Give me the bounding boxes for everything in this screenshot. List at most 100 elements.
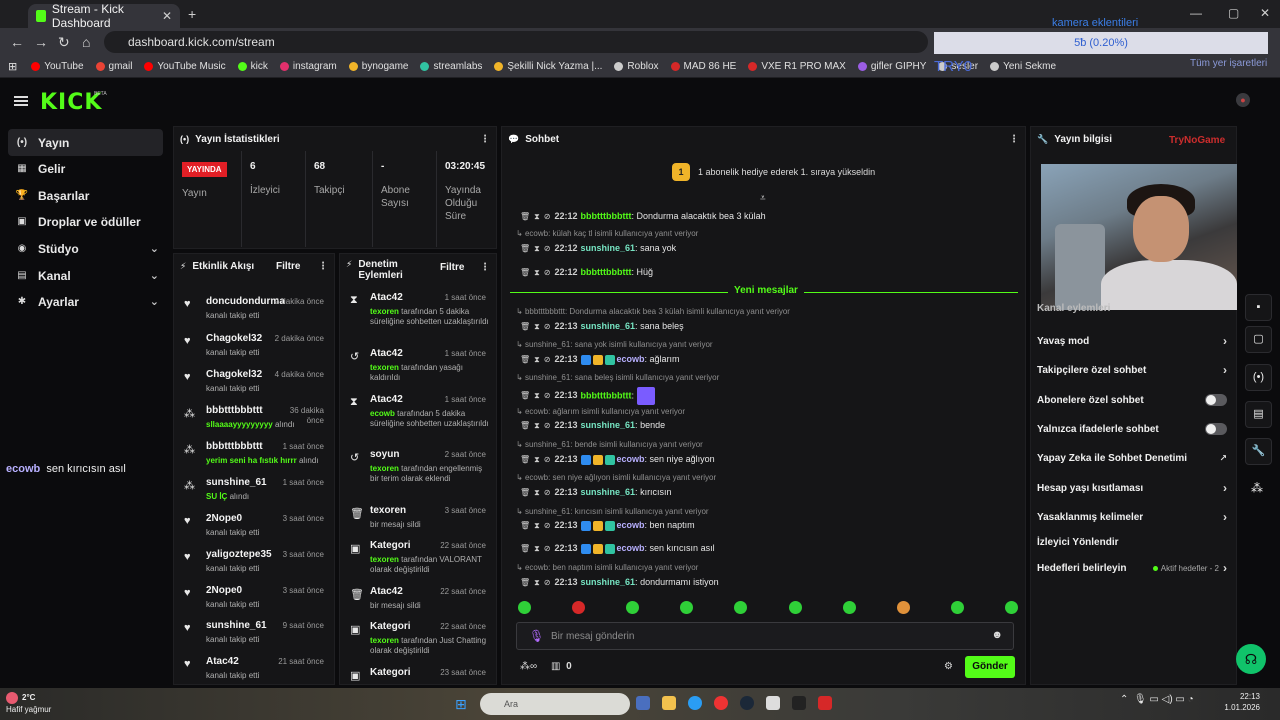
- chat-message[interactable]: 🗑 ⧗ ⊘ 22:13 sunshine_61: sana beleş: [520, 321, 684, 332]
- bookmark-item[interactable]: YouTube Music: [144, 61, 226, 72]
- browser-tab[interactable]: Stream - Kick Dashboard ✕: [28, 2, 180, 30]
- sidebar-item-st-dyo[interactable]: ◉ Stüdyo ⌄: [8, 235, 163, 262]
- list-item[interactable]: ♥ sunshine_61 9 saat önce kanalı takip etti: [174, 618, 334, 650]
- ban-icon[interactable]: ⊘: [544, 455, 551, 464]
- ban-icon[interactable]: ⊘: [544, 355, 551, 364]
- chat-message[interactable]: 🗑 ⧗ ⊘ 22:12 bbbtttbbbttt: Dondurma alacaktık…: [520, 211, 766, 222]
- list-item[interactable]: ↺ soyun 2 saat önce texoren tarafından enge…: [340, 447, 496, 487]
- bookmark-item[interactable]: Şekilli Nick Yazma |...: [494, 61, 602, 72]
- setting-abonelere-zel-sohbet[interactable]: Abonelere özel sohbet: [1037, 391, 1227, 409]
- setting-yaln-zca-ifadelerle-sohbet[interactable]: Yalnızca ifadelerle sohbet: [1037, 420, 1227, 438]
- emote-icon[interactable]: [518, 601, 531, 614]
- rail-button[interactable]: ▪: [1245, 294, 1272, 321]
- taskview-icon[interactable]: [636, 696, 650, 710]
- menu-icon[interactable]: [14, 96, 28, 106]
- chat-message[interactable]: 🗑 ⧗ ⊘ 22:13 ecowb: ağlarım: [520, 354, 680, 365]
- home-icon[interactable]: ⌂: [82, 34, 90, 50]
- more-options-icon[interactable]: ⋮: [480, 134, 490, 145]
- new-tab-icon[interactable]: +: [188, 6, 196, 22]
- emote-icon[interactable]: [734, 601, 748, 614]
- system-tray[interactable]: ⌃ 🎙 ▭ ◁) ▭ ◔: [1120, 694, 1194, 705]
- chat-message[interactable]: 🗑 ⧗ ⊘ 22:13 sunshine_61: bende: [520, 420, 665, 431]
- list-item[interactable]: ♥ doncudondurma 2 dakika önce kanalı takip …: [174, 294, 334, 326]
- message-username[interactable]: bbbtttbbbttt: [581, 211, 632, 221]
- maximize-icon[interactable]: ▢: [1228, 6, 1239, 20]
- timeout-icon[interactable]: ⧗: [534, 488, 540, 497]
- list-item[interactable]: ♥ Chagokel32 4 dakika önce kanalı takip ett…: [174, 367, 334, 399]
- filter-button[interactable]: Filtre: [440, 262, 464, 273]
- wrench-icon[interactable]: 🔧: [1245, 438, 1272, 465]
- delete-icon[interactable]: 🗑: [520, 391, 530, 400]
- toggle-switch[interactable]: [1205, 423, 1227, 435]
- emote-icon[interactable]: [1004, 601, 1018, 614]
- delete-icon[interactable]: 🗑: [520, 521, 530, 530]
- timeout-icon[interactable]: ⧗: [534, 391, 540, 400]
- emote-icon[interactable]: [572, 601, 586, 614]
- list-item[interactable]: ⁂ bbbtttbbbttt 1 saat önce yerim seni ha fı…: [174, 439, 334, 471]
- message-username[interactable]: bbbtttbbbttt: [581, 267, 632, 277]
- gear-icon[interactable]: ⚙: [944, 661, 953, 672]
- timeout-icon[interactable]: ⧗: [534, 421, 540, 430]
- chat-input[interactable]: 🎙 Bir mesaj gönderin ☻: [516, 622, 1014, 650]
- message-username[interactable]: ecowb: [617, 543, 645, 553]
- delete-icon[interactable]: 🗑: [520, 355, 530, 364]
- bookmark-item[interactable]: instagram: [279, 61, 337, 72]
- delete-icon[interactable]: 🗑: [520, 421, 530, 430]
- sidebar-item-ba-ar-lar[interactable]: 🏆 Başarılar: [8, 182, 163, 209]
- bookmark-item[interactable]: Roblox: [614, 61, 659, 72]
- send-button[interactable]: Gönder: [965, 656, 1015, 678]
- chat-message[interactable]: 🗑 ⧗ ⊘ 22:13 sunshine_61: dondurmamı istiyon: [520, 577, 719, 588]
- bookmark-item[interactable]: bynogame: [348, 61, 408, 72]
- list-item[interactable]: ♥ yaligoztepe35 3 saat önce kanalı takip et…: [174, 547, 334, 579]
- bookmark-item[interactable]: MAD 86 HE: [670, 61, 736, 72]
- timeout-icon[interactable]: ⧗: [534, 355, 540, 364]
- delete-icon[interactable]: 🗑: [520, 544, 530, 553]
- emote-icon[interactable]: [842, 601, 856, 614]
- store-icon[interactable]: [766, 696, 780, 710]
- delete-icon[interactable]: 🗑: [520, 268, 530, 277]
- delete-icon[interactable]: 🗑: [520, 455, 530, 464]
- list-item[interactable]: 🗑 texoren 3 saat önce bir mesajı sildi: [340, 503, 496, 543]
- ban-icon[interactable]: ⊘: [544, 391, 551, 400]
- setting-yava-mod[interactable]: Yavaş mod ›: [1037, 332, 1227, 350]
- clock[interactable]: 22:13 1.01.2026: [1212, 691, 1260, 713]
- close-window-icon[interactable]: ✕: [1260, 6, 1270, 20]
- taskbar-search[interactable]: Ara: [480, 693, 630, 715]
- bookmark-item[interactable]: streamlabs: [420, 61, 482, 72]
- setting-takip-ilere-zel-sohbet[interactable]: Takipçilere özel sohbet ›: [1037, 361, 1227, 379]
- weather-widget[interactable]: 2°C Hafif yağmur: [6, 692, 51, 715]
- message-username[interactable]: sunshine_61: [581, 487, 636, 497]
- sidebar-item-yay-n[interactable]: (•) Yayın: [8, 129, 163, 156]
- ban-icon[interactable]: ⊘: [544, 578, 551, 587]
- setting-i-zleyici-y-nlendir[interactable]: İzleyici Yönlendir: [1037, 533, 1227, 551]
- ban-icon[interactable]: ⊘: [544, 268, 551, 277]
- bookmark-item[interactable]: gmail: [95, 61, 132, 72]
- ban-icon[interactable]: ⊘: [544, 322, 551, 331]
- timeout-icon[interactable]: ⧗: [534, 244, 540, 253]
- ban-icon[interactable]: ⊘: [544, 212, 551, 221]
- reload-icon[interactable]: ↻: [58, 34, 70, 51]
- sidebar-item-ayarlar[interactable]: ✱ Ayarlar ⌄: [8, 288, 163, 315]
- steam-icon[interactable]: [740, 696, 754, 710]
- ban-icon[interactable]: ⊘: [544, 421, 551, 430]
- edge-icon[interactable]: [688, 696, 702, 710]
- emote-icon[interactable]: [950, 601, 964, 614]
- timeout-icon[interactable]: ⧗: [534, 322, 540, 331]
- timeout-icon[interactable]: ⧗: [534, 212, 540, 221]
- back-icon[interactable]: ←: [10, 34, 24, 50]
- list-item[interactable]: ↺ Atac42 1 saat önce texoren tarafından yas…: [340, 346, 496, 386]
- avatar[interactable]: ●: [1236, 93, 1250, 107]
- url-input[interactable]: dashboard.kick.com/stream: [104, 31, 928, 53]
- emote-icon[interactable]: [896, 601, 910, 614]
- infinity-points-icon[interactable]: ⁂∞: [520, 661, 537, 672]
- chat-message[interactable]: 🗑 ⧗ ⊘ 22:13 ecowb: sen kırıcısın asıl: [520, 543, 715, 554]
- toggle-switch[interactable]: [1205, 394, 1227, 406]
- broadcast-icon[interactable]: (•): [1245, 364, 1272, 391]
- list-item[interactable]: ⁂ sunshine_61 1 saat önce SU İÇ alındı: [174, 475, 334, 507]
- list-item[interactable]: 🗑 Atac42 22 saat önce bir mesajı sildi: [340, 584, 496, 624]
- windows-start-icon[interactable]: ⊞: [455, 696, 467, 713]
- ban-icon[interactable]: ⊘: [544, 544, 551, 553]
- delete-icon[interactable]: 🗑: [520, 322, 530, 331]
- emote-icon[interactable]: [680, 601, 694, 614]
- chat-icon[interactable]: ▢: [1245, 326, 1272, 353]
